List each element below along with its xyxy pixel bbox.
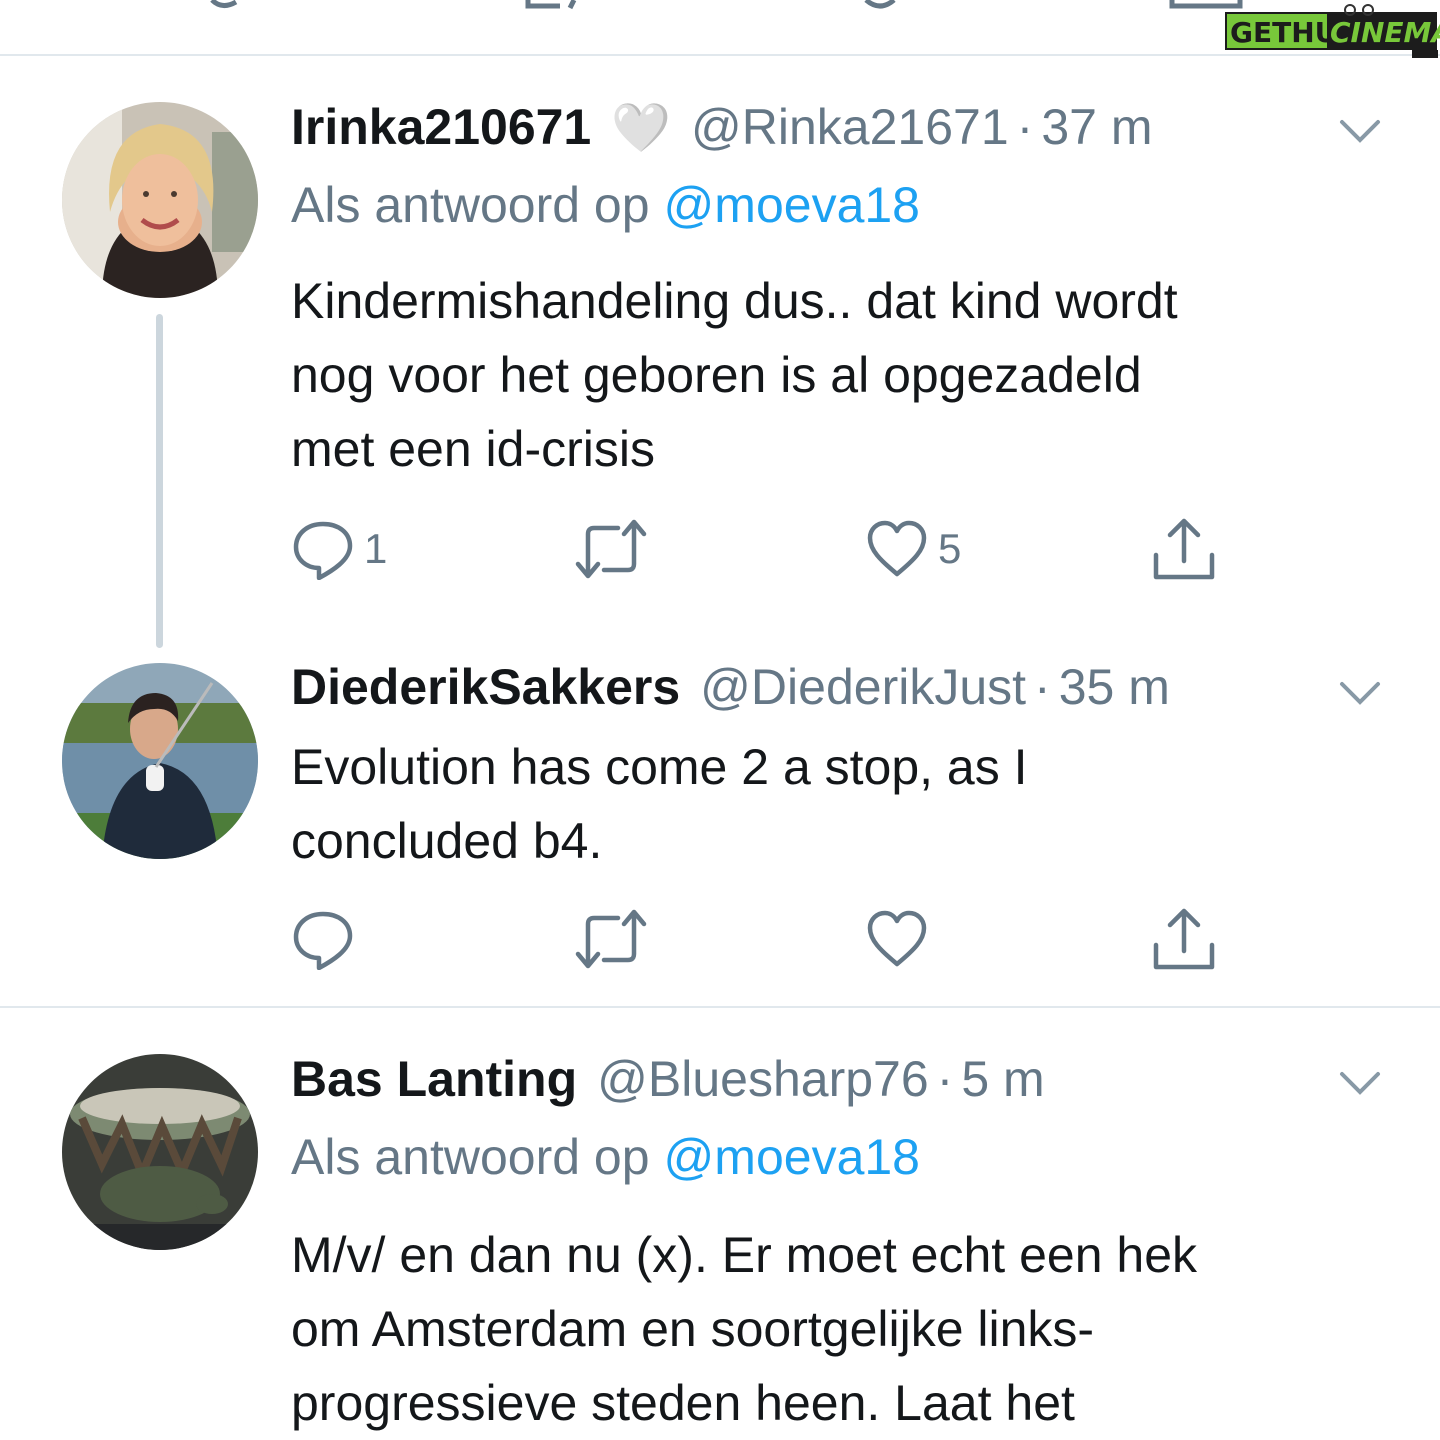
chevron-down-icon[interactable] (1338, 116, 1382, 146)
watermark-logo: GETHU CINEMA (1222, 2, 1440, 58)
tweet-header: DiederikSakkers @DiederikJust · 35 m (291, 658, 1170, 716)
like-count: 5 (938, 525, 962, 572)
reply-prefix: Als antwoord op (291, 1129, 650, 1185)
share-button[interactable] (1152, 514, 1216, 584)
retweet-icon (575, 909, 647, 969)
user-handle[interactable]: @DiederikJust (700, 658, 1026, 716)
tweet-text: M/v/ en dan nu (x). Er moet echt een hek… (291, 1218, 1391, 1440)
share-button[interactable] (1152, 904, 1216, 974)
reply-context: Als antwoord op @moeva18 (291, 1128, 920, 1186)
tweet-text-line: Kindermishandeling dus.. dat kind wordt (291, 273, 1178, 329)
tweet-text-line: M/v/ en dan nu (x). Er moet echt een hek (291, 1227, 1198, 1283)
tweet-header: Bas Lanting @Bluesharp76 · 5 m (291, 1050, 1045, 1108)
dot-separator: · (936, 1051, 954, 1107)
display-name[interactable]: Irinka210671 (291, 98, 591, 156)
avatar-diederik[interactable] (62, 663, 258, 859)
svg-text:CINEMA: CINEMA (1330, 16, 1440, 49)
tweet-text: Kindermishandeling dus.. dat kind wordt … (291, 264, 1391, 486)
tweet-text: Evolution has come 2 a stop, as I conclu… (291, 730, 1391, 878)
like-button[interactable] (866, 904, 938, 974)
share-icon (1153, 908, 1215, 970)
chevron-down-icon[interactable] (1338, 678, 1382, 708)
dot-separator: · (1034, 659, 1051, 715)
reply-prefix: Als antwoord op (291, 177, 650, 233)
reply-to-handle[interactable]: @moeva18 (664, 1128, 920, 1186)
reply-count: 1 (364, 525, 388, 572)
svg-text:GETHU: GETHU (1230, 16, 1337, 49)
tweet-text-line: progressieve steden heen. Laat het (291, 1375, 1075, 1431)
avatar-irinka[interactable] (62, 102, 258, 298)
tweet-text-line: nog voor het geboren is al opgezadeld (291, 347, 1142, 403)
tweet-text-line: met een id-crisis (291, 421, 655, 477)
dot-separator: · (1016, 99, 1034, 155)
retweet-button[interactable] (574, 514, 658, 584)
reply-context: Als antwoord op @moeva18 (291, 176, 920, 234)
display-name[interactable]: DiederikSakkers (291, 658, 680, 716)
tweet-divider (0, 1006, 1440, 1008)
user-handle[interactable]: @Rinka21671 (691, 98, 1009, 156)
heart-icon (867, 520, 927, 577)
reply-icon (293, 911, 353, 970)
tweet-time[interactable]: 5 m (961, 1050, 1044, 1108)
tweet-text-line: Evolution has come 2 a stop, as I (291, 739, 1028, 795)
chevron-down-icon[interactable] (1338, 1068, 1382, 1098)
tweet-time[interactable]: 35 m (1059, 658, 1170, 716)
retweet-icon (575, 519, 647, 579)
user-handle[interactable]: @Bluesharp76 (597, 1050, 929, 1108)
heart-icon (867, 910, 927, 967)
heart-emoji: 🤍 (611, 100, 672, 156)
share-icon (1153, 518, 1215, 580)
tweet-header: Irinka210671 🤍 @Rinka21671 · 37 m (291, 98, 1152, 156)
display-name[interactable]: Bas Lanting (291, 1050, 577, 1108)
reply-to-handle[interactable]: @moeva18 (664, 176, 920, 234)
tweet-text-line: concluded b4. (291, 813, 603, 869)
avatar-bas-lanting[interactable] (62, 1054, 258, 1250)
reply-icon (293, 521, 353, 580)
like-button[interactable]: 5 (866, 514, 961, 584)
reply-button[interactable]: 1 (292, 514, 387, 584)
tweet-text-line: om Amsterdam en soortgelijke links- (291, 1301, 1095, 1357)
tweet-time[interactable]: 37 m (1041, 98, 1152, 156)
retweet-button[interactable] (574, 904, 658, 974)
reply-button[interactable] (292, 904, 364, 974)
thread-connector-line (156, 314, 163, 648)
